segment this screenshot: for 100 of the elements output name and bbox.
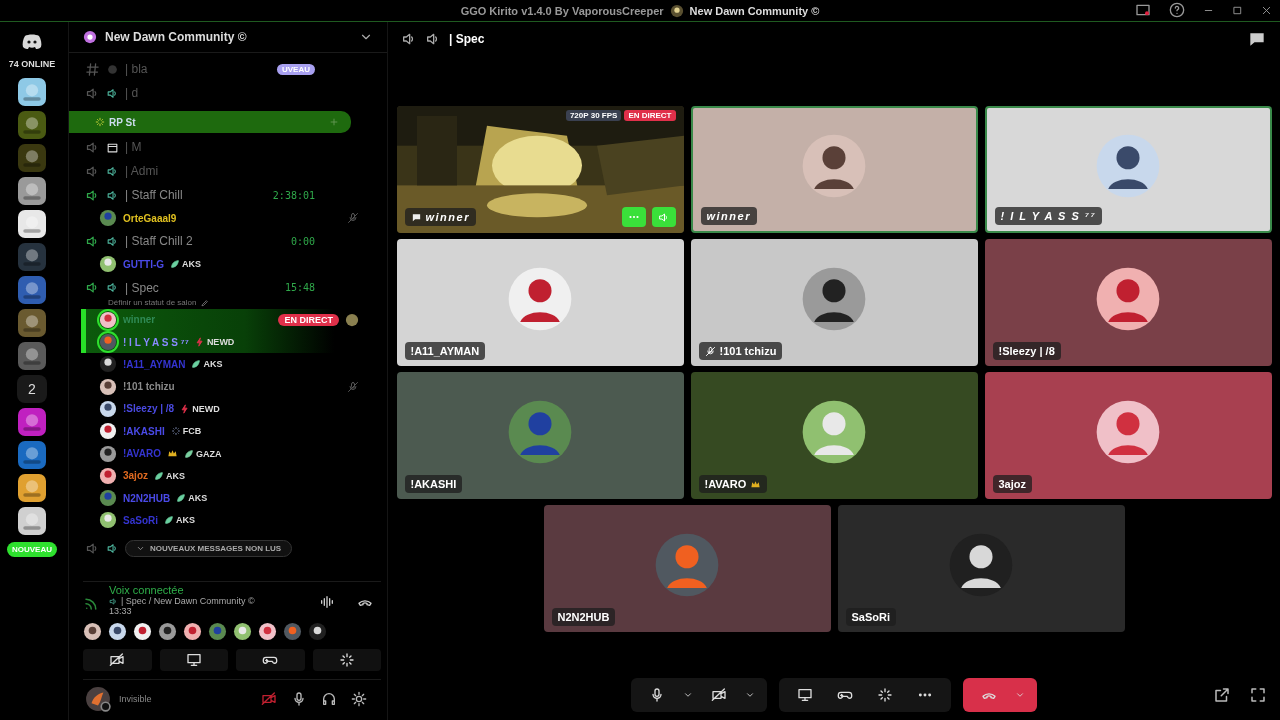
voice-member[interactable]: N2N2HUB AKS: [81, 486, 379, 510]
channel-item[interactable]: | Spec 15:48: [81, 275, 315, 300]
participant-name: !Sleezy | /8: [998, 345, 1055, 357]
pop-out-icon[interactable]: [1213, 686, 1231, 704]
category-header[interactable]: RP St: [69, 111, 351, 133]
tag-icon: [194, 337, 205, 348]
speaker-icon: [106, 164, 119, 178]
tag-icon: [154, 470, 164, 481]
avatar[interactable]: [108, 622, 127, 641]
help-icon[interactable]: [1169, 2, 1185, 18]
avatar: [99, 466, 117, 485]
avatar: [99, 511, 117, 530]
avatar[interactable]: [258, 622, 277, 641]
maximize-icon[interactable]: [1232, 5, 1243, 16]
avatar[interactable]: [133, 622, 152, 641]
participant-name: 3ajoz: [998, 478, 1026, 490]
soundboard-button[interactable]: [312, 649, 381, 671]
volume-button[interactable]: [651, 207, 676, 227]
avatar: [1095, 265, 1161, 332]
video-tile[interactable]: 720P 30 FPS EN DIRECT winner: [396, 106, 684, 233]
channel-status[interactable]: Définir un statut de salon: [108, 298, 197, 308]
more-button[interactable]: [621, 207, 646, 227]
member-name: !101 tchizu: [123, 381, 175, 393]
video-tile[interactable]: ! I L Y A S S ⁷⁷: [984, 106, 1272, 233]
voice-status: Voix connectée: [109, 584, 185, 596]
avatar: [1095, 398, 1161, 465]
channel-item[interactable]: | Staff Chill 2:38:01: [81, 183, 315, 207]
screen-share-button[interactable]: [159, 649, 228, 671]
avatar: [99, 399, 117, 418]
screen-record-icon[interactable]: [1135, 2, 1151, 18]
video-tile[interactable]: SaSoRi: [837, 505, 1125, 632]
voice-member[interactable]: SaSoRi AKS: [81, 509, 379, 532]
voice-member[interactable]: !Sleezy | /8 NEWD: [81, 397, 379, 421]
voice-member[interactable]: GUTTI-G AKS: [81, 253, 379, 276]
settings-icon[interactable]: [351, 691, 367, 707]
video-tile[interactable]: !AVARO: [690, 372, 978, 499]
video-tile[interactable]: !Sleezy | /8: [984, 239, 1272, 366]
server-folder[interactable]: 2: [17, 375, 47, 403]
more-icon: [627, 215, 640, 219]
member-name: SaSoRi: [123, 514, 158, 526]
video-tile[interactable]: 3ajoz: [984, 372, 1272, 499]
voice-member[interactable]: OrteGaaal9: [81, 207, 379, 230]
avatar[interactable]: [158, 622, 177, 641]
voice-channel-link[interactable]: | Spec / New Dawn Community ©: [121, 596, 255, 606]
participant-name: !AVARO: [704, 478, 747, 490]
activity-button[interactable]: [236, 649, 305, 671]
avatar: [801, 132, 867, 199]
video-tile[interactable]: !101 tchizu: [690, 239, 978, 366]
avatar: [99, 209, 117, 228]
camera-off-button[interactable]: [83, 649, 152, 671]
unread-messages-button[interactable]: NOUVEAUX MESSAGES NON LUS: [125, 539, 293, 557]
voice-member[interactable]: !A11_AYMAN AKS: [81, 353, 379, 376]
video-tile[interactable]: winner: [690, 106, 978, 233]
member-name: GUTTI-G: [123, 258, 165, 270]
avatar: [801, 265, 867, 332]
server-header[interactable]: New Dawn Community ©: [69, 22, 387, 53]
plus-icon: [329, 117, 339, 127]
avatar[interactable]: [233, 622, 252, 641]
new-badge: UVEAU: [277, 63, 315, 75]
speaker-icon: [657, 210, 670, 224]
speaker-icon: [109, 596, 118, 606]
voice-member[interactable]: 3ajoz AKS: [81, 464, 379, 487]
member-name: !Sleezy | /8: [123, 403, 175, 415]
voice-member[interactable]: !101 tchizu: [81, 375, 379, 398]
tag-label: AKS: [182, 259, 202, 270]
dot-icon: [106, 62, 119, 76]
channel-item[interactable]: | Staff Chill 2 0:00: [81, 229, 315, 254]
video-tile[interactable]: !A11_AYMAN: [396, 239, 684, 366]
avatar[interactable]: [283, 622, 302, 641]
participant-name: !AKASHI: [410, 478, 457, 490]
avatar[interactable]: [83, 622, 102, 641]
avatar[interactable]: [183, 622, 202, 641]
close-icon[interactable]: [1261, 5, 1272, 16]
channel-title: | Spec: [449, 32, 485, 46]
fullscreen-icon[interactable]: [1249, 686, 1267, 704]
member-name: ! I L Y A S S ⁷⁷: [123, 336, 189, 348]
pencil-icon[interactable]: [200, 298, 209, 307]
participant-name: N2N2HUB: [557, 611, 610, 623]
crown-icon: [750, 478, 762, 490]
microphone-icon[interactable]: [291, 691, 307, 707]
sparkle-icon: [877, 687, 893, 703]
voice-member[interactable]: !AKASHI FCB: [81, 420, 379, 443]
server-icon: [83, 30, 97, 44]
participant-name: winner: [425, 211, 470, 223]
avatar: [99, 444, 117, 463]
avatar[interactable]: [85, 686, 111, 712]
avatar: [1095, 132, 1161, 199]
headset-icon[interactable]: [321, 691, 337, 707]
tag-icon: [183, 448, 194, 459]
waveform-icon[interactable]: [319, 594, 335, 610]
participant-name: !A11_AYMAN: [410, 345, 480, 357]
video-tile[interactable]: N2N2HUB: [543, 505, 831, 632]
camera-off-icon[interactable]: [261, 691, 277, 707]
tag-label: GAZA: [195, 448, 222, 459]
sparkle-icon: [95, 117, 105, 127]
speaker-icon: [106, 188, 119, 202]
avatar: [507, 398, 573, 465]
avatar[interactable]: [308, 622, 327, 641]
voice-member[interactable]: !AVARO GAZA: [81, 442, 379, 465]
video-tile[interactable]: !AKASHI: [396, 372, 684, 499]
